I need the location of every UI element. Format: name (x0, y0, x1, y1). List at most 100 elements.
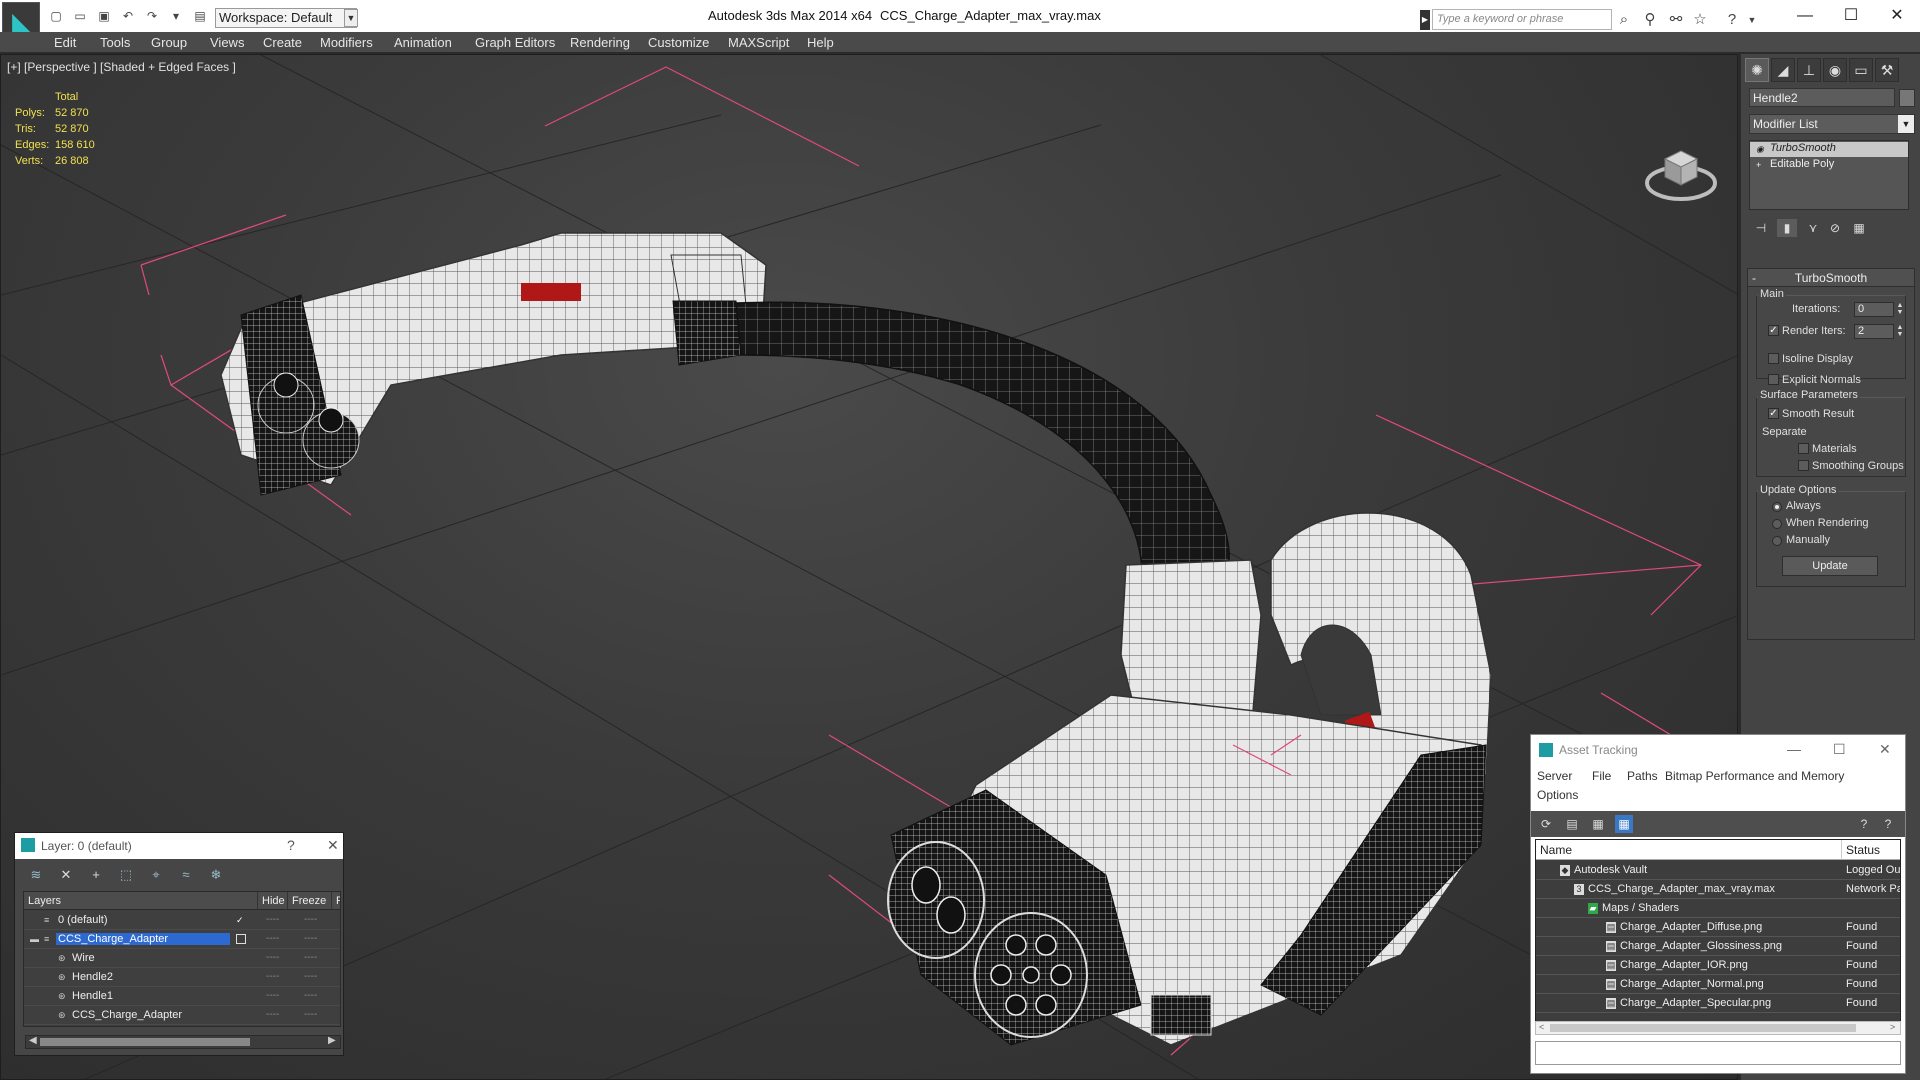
help-dropdown-icon[interactable]: ▼ (1742, 10, 1762, 30)
column-header-layers[interactable]: Layers (24, 892, 258, 910)
collapse-icon[interactable]: - (1752, 269, 1756, 287)
minimize-button[interactable]: — (1787, 741, 1801, 757)
object-color-swatch[interactable] (1899, 89, 1915, 107)
favorites-star-icon[interactable]: ☆ (1690, 10, 1710, 30)
column-header-status[interactable]: Status (1842, 840, 1900, 860)
open-file-icon[interactable]: ▭ (72, 9, 88, 23)
column-header-name[interactable]: Name (1536, 840, 1842, 860)
freeze-all-icon[interactable]: ❄ (205, 865, 227, 885)
scroll-thumb[interactable] (40, 1038, 250, 1046)
show-end-result-icon[interactable]: ▮ (1777, 219, 1797, 237)
hold-icon[interactable]: ▾ (168, 9, 184, 23)
scroll-thumb[interactable] (1550, 1024, 1856, 1032)
column-header-hide[interactable]: Hide (258, 892, 288, 910)
collapse-icon[interactable]: ▬ (30, 934, 39, 944)
menu-group[interactable]: Group (151, 35, 187, 50)
freeze-toggle[interactable]: ---- (304, 914, 317, 925)
menu-create[interactable]: Create (263, 35, 302, 50)
stack-item-editable-poly[interactable]: + Editable Poly (1750, 158, 1908, 173)
hide-toggle[interactable]: ---- (266, 971, 279, 982)
help-icon[interactable]: ? (1855, 815, 1873, 833)
menu-animation[interactable]: Animation (394, 35, 452, 50)
smooth-result-checkbox[interactable]: ✓ (1768, 408, 1779, 419)
asset-row[interactable]: ▤ Charge_Adapter_Glossiness.png Found (1536, 937, 1900, 956)
update-button[interactable]: Update (1782, 556, 1878, 576)
freeze-toggle[interactable]: ---- (304, 933, 317, 944)
subscription-icon[interactable]: ⚲ (1640, 10, 1660, 30)
stack-item-turbosmooth[interactable]: ◉ TurboSmooth (1750, 142, 1908, 157)
scroll-left-icon[interactable]: ◀ (29, 1035, 37, 1046)
smoothing-groups-checkbox[interactable] (1798, 460, 1809, 471)
save-icon[interactable]: ▣ (96, 9, 112, 23)
project-folder-icon[interactable]: ▤ (192, 9, 208, 23)
hide-toggle[interactable]: ---- (266, 914, 279, 925)
thumbnail-view-icon[interactable]: ▦ (1589, 815, 1607, 833)
create-tab-icon[interactable]: ✺ (1745, 58, 1769, 82)
isoline-display-checkbox[interactable] (1768, 353, 1779, 364)
highlight-layer-icon[interactable]: ⌖ (145, 865, 167, 885)
asset-row[interactable]: 3 CCS_Charge_Adapter_max_vray.max Networ… (1536, 880, 1900, 899)
delete-layer-icon[interactable]: ✕ (55, 865, 77, 885)
new-file-icon[interactable]: ▢ (48, 9, 64, 23)
layer-dialog-titlebar[interactable]: Layer: 0 (default) ? ✕ (15, 833, 343, 859)
modifier-stack[interactable]: ◉ TurboSmooth + Editable Poly (1749, 140, 1909, 210)
workspace-dropdown[interactable]: Workspace: Default ▼ (215, 8, 357, 28)
hide-toggle[interactable]: ---- (266, 1009, 279, 1020)
column-header-render[interactable]: R (332, 892, 340, 910)
communication-icon[interactable]: ⚯ (1666, 10, 1686, 30)
rollout-title[interactable]: - TurboSmooth (1748, 269, 1914, 287)
add-to-layer-icon[interactable]: + (85, 865, 107, 885)
menu-modifiers[interactable]: Modifiers (320, 35, 373, 50)
close-button[interactable]: ✕ (1879, 741, 1891, 758)
hide-toggle[interactable]: ---- (266, 952, 279, 963)
help-button[interactable]: ? (287, 837, 295, 853)
select-objects-icon[interactable]: ⬚ (115, 865, 137, 885)
freeze-toggle[interactable]: ---- (304, 952, 317, 963)
scroll-right-icon[interactable]: > (1890, 1022, 1895, 1032)
configure-modifier-sets-icon[interactable]: ▦ (1849, 219, 1869, 237)
display-tab-icon[interactable]: ▭ (1849, 58, 1873, 82)
menu-server[interactable]: Server (1537, 769, 1572, 783)
menu-rendering[interactable]: Rendering (570, 35, 630, 50)
menu-paths[interactable]: Paths (1627, 769, 1658, 783)
refresh-icon[interactable]: ⟳ (1537, 815, 1555, 833)
manually-radio[interactable] (1772, 536, 1782, 546)
table-view-icon[interactable]: ▦ (1615, 815, 1633, 833)
modifier-list-dropdown[interactable]: Modifier List ▼ (1749, 114, 1915, 134)
explicit-normals-checkbox[interactable] (1768, 374, 1779, 385)
help-icon[interactable]: ? (1722, 10, 1742, 30)
asset-row[interactable]: ◆ Autodesk Vault Logged Out (1536, 861, 1900, 880)
motion-tab-icon[interactable]: ◉ (1823, 58, 1847, 82)
remove-modifier-icon[interactable]: ⊘ (1825, 219, 1845, 237)
always-radio[interactable] (1772, 502, 1782, 512)
view-cube-icon[interactable] (1645, 141, 1717, 203)
horizontal-scrollbar[interactable]: ◀ ▶ (25, 1035, 341, 1049)
hierarchy-tab-icon[interactable]: ⊥ (1797, 58, 1821, 82)
layer-row[interactable]: ⊛ Hendle1 ---- ---- (24, 987, 340, 1006)
viewport-label[interactable]: [+] [Perspective ] [Shaded + Edged Faces… (7, 60, 236, 74)
render-iters-spinner[interactable]: 2 (1854, 324, 1894, 339)
binoculars-icon[interactable]: ⌕ (1614, 10, 1634, 30)
search-expand-icon[interactable]: ▶ (1420, 10, 1430, 30)
spinner-arrows-icon[interactable]: ▲ ▼ (1896, 302, 1904, 317)
modify-tab-icon[interactable]: ◢ (1771, 58, 1795, 82)
asset-row[interactable]: ▤ Charge_Adapter_Specular.png Found (1536, 994, 1900, 1013)
set-current-box[interactable] (236, 934, 246, 944)
asset-row[interactable]: ▤ Charge_Adapter_Normal.png Found (1536, 975, 1900, 994)
make-unique-icon[interactable]: ⋎ (1803, 219, 1823, 237)
when-rendering-radio[interactable] (1772, 519, 1782, 529)
menu-help[interactable]: Help (807, 35, 834, 50)
layer-row[interactable]: ⊛ Hendle2 ---- ---- (24, 968, 340, 987)
object-name-field[interactable]: Hendle2 (1749, 88, 1895, 107)
menu-graph-editors[interactable]: Graph Editors (475, 35, 555, 50)
render-iters-checkbox[interactable]: ✓ (1768, 325, 1779, 336)
minimize-button[interactable]: — (1782, 2, 1828, 30)
expand-plus-icon[interactable]: + (1756, 160, 1765, 170)
layer-row[interactable]: ▬ ≡ CCS_Charge_Adapter ---- ---- (24, 930, 340, 949)
asset-row[interactable]: ▰ Maps / Shaders (1536, 899, 1900, 918)
search-input[interactable]: Type a keyword or phrase (1432, 9, 1612, 30)
close-button[interactable]: ✕ (1874, 2, 1920, 30)
horizontal-scrollbar[interactable]: < > (1535, 1021, 1901, 1035)
menu-bitmap-performance[interactable]: Bitmap Performance and Memory (1665, 769, 1844, 783)
menu-maxscript[interactable]: MAXScript (728, 35, 789, 50)
